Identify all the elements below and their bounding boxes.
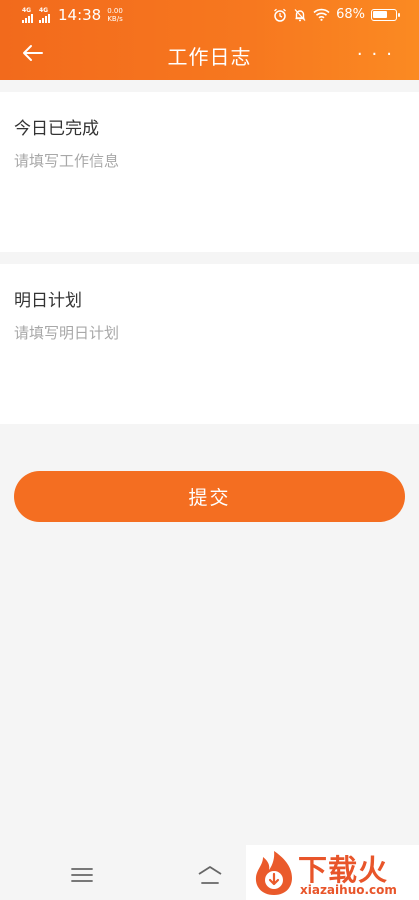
wifi-icon [313,8,330,21]
status-bar: 4G 4G 14:38 0.00 KB/s 68% [0,0,419,32]
today-label: 今日已完成 [14,119,99,139]
home-icon[interactable] [196,864,224,886]
battery-percent: 68% [336,7,365,22]
menu-icon[interactable] [71,867,93,883]
tomorrow-label: 明日计划 [14,291,82,311]
tomorrow-input[interactable] [14,322,404,412]
today-card: 今日已完成 [0,92,419,252]
tomorrow-card: 明日计划 [0,264,419,424]
network-speed: 0.00 KB/s [107,7,123,23]
app-header: 4G 4G 14:38 0.00 KB/s 68% 工作日志 ··· [0,0,419,80]
status-left: 4G 4G 14:38 0.00 KB/s [22,6,123,24]
network-speed-value: 0.00 [107,7,123,15]
more-icon[interactable]: ··· [357,44,401,65]
network-speed-unit: KB/s [107,15,123,23]
today-input[interactable] [14,150,404,240]
status-right: 68% [273,7,400,22]
battery-icon [371,8,400,21]
signal-icon-2: 4G [39,7,50,23]
battery-fill [373,10,387,18]
flame-logo-icon [255,851,292,895]
signal-icon-1: 4G [22,7,33,23]
watermark: 下载火 xiazaihuo.com [246,845,419,900]
status-time: 14:38 [58,6,102,24]
submit-button[interactable]: 提交 [14,471,405,522]
watermark-url: xiazaihuo.com [300,883,397,897]
mute-bell-icon [294,8,306,21]
alarm-icon [274,8,287,22]
